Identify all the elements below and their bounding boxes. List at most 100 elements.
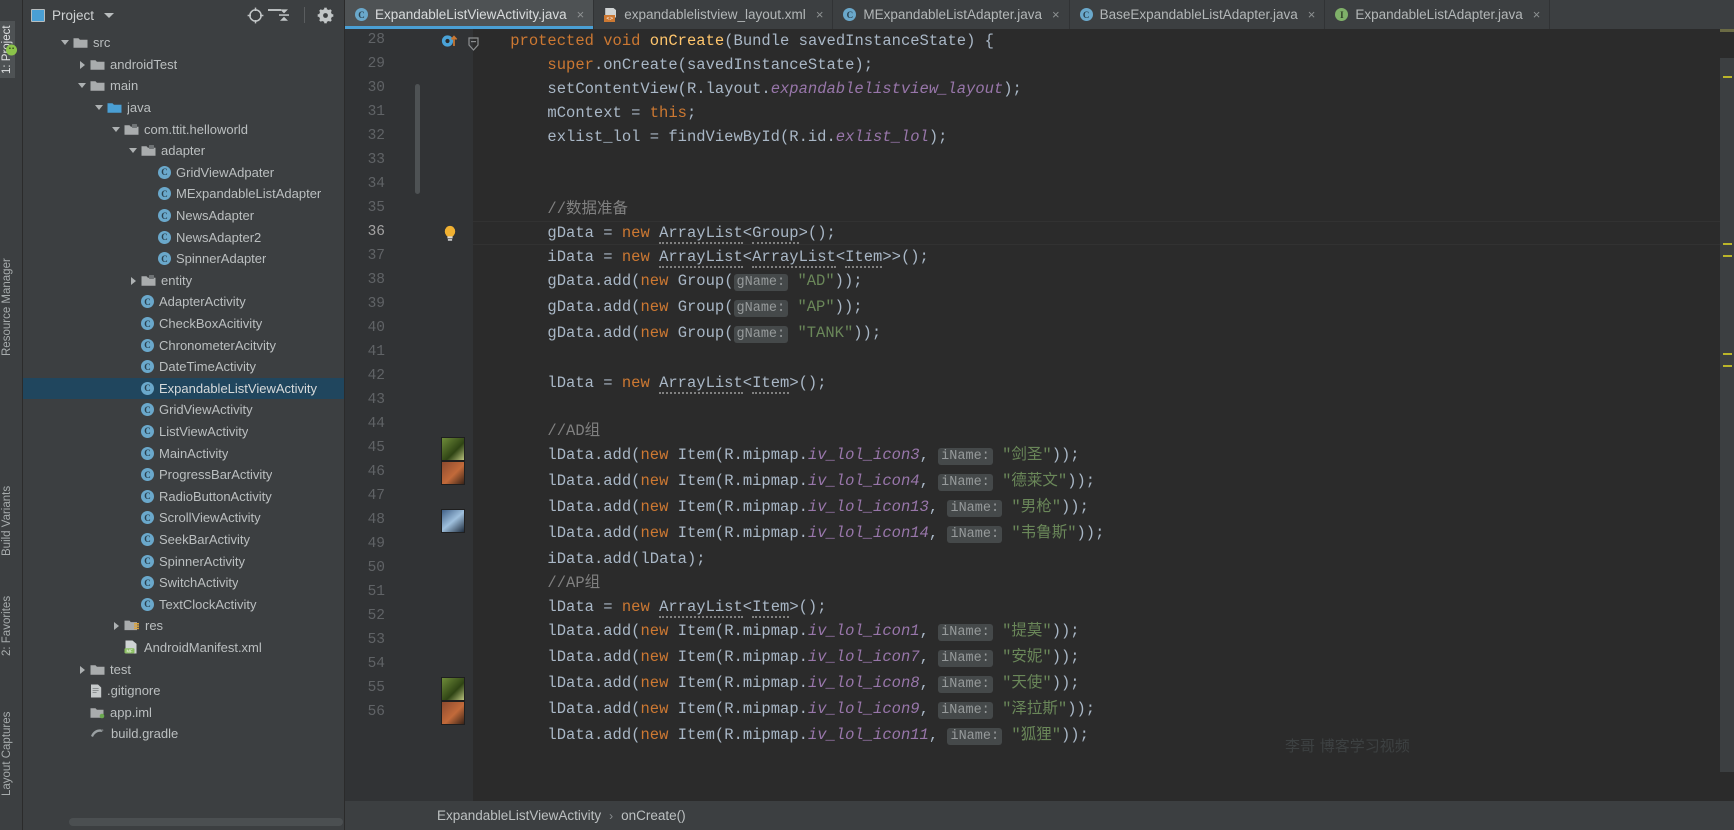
java-class-icon: C: [158, 165, 171, 179]
breadcrumb-method[interactable]: onCreate(): [621, 808, 686, 823]
tree-item-datetimeactivity[interactable]: C DateTimeActivity: [23, 356, 344, 378]
chevron-right-icon[interactable]: [77, 59, 88, 70]
tree-item-src[interactable]: src: [23, 32, 344, 54]
image-resource-thumbnail-icon[interactable]: [441, 437, 465, 461]
tree-item-adapteractivity[interactable]: C AdapterActivity: [23, 291, 344, 313]
editor-tab-baseexpandablelistadapter-java[interactable]: C BaseExpandableListAdapter.java ×: [1069, 0, 1326, 29]
package-icon: [124, 123, 139, 136]
chevron-down-icon[interactable]: [111, 124, 122, 135]
tree-item-mexpandablelistadapter[interactable]: C MExpandableListAdapter: [23, 183, 344, 205]
toolwindow-tab-resource-manager[interactable]: Resource Manager: [0, 254, 15, 360]
tree-item-progressbaractivity[interactable]: C ProgressBarActivity: [23, 464, 344, 486]
toolwindow-tab-favorites[interactable]: 2: Favorites: [0, 592, 15, 660]
chevron-down-icon[interactable]: [77, 80, 88, 91]
tree-item-test[interactable]: test: [23, 658, 344, 680]
editor-tab-expandablelistviewactivity-java[interactable]: C ExpandableListViewActivity.java ×: [345, 0, 595, 29]
close-tab-icon[interactable]: ×: [816, 8, 824, 21]
tree-item-androidtest[interactable]: androidTest: [23, 54, 344, 76]
tree-item-entity[interactable]: entity: [23, 270, 344, 292]
tree-item-gridviewadpater[interactable]: C GridViewAdpater: [23, 162, 344, 184]
close-tab-icon[interactable]: ×: [1533, 8, 1541, 21]
tree-item-com-ttit-helloworld[interactable]: com.ttit.helloworld: [23, 118, 344, 140]
project-tree[interactable]: src androidTest main java com.ttit.helloworl…: [23, 30, 344, 812]
image-resource-thumbnail-icon[interactable]: [441, 677, 465, 701]
tree-item-spinneradapter[interactable]: C SpinnerAdapter: [23, 248, 344, 270]
tree-item-scrollviewactivity[interactable]: C ScrollViewActivity: [23, 507, 344, 529]
tree-item-adapter[interactable]: adapter: [23, 140, 344, 162]
tree-item-newsadapter[interactable]: C NewsAdapter: [23, 205, 344, 227]
tree-item-androidmanifest-xml[interactable]: MF AndroidManifest.xml: [23, 637, 344, 659]
java-class-icon: C: [141, 468, 154, 482]
breadcrumb-class[interactable]: ExpandableListViewActivity: [437, 808, 601, 823]
tree-item-label: GridViewActivity: [159, 402, 253, 418]
close-tab-icon[interactable]: ×: [1308, 8, 1316, 21]
line-number: 37: [367, 248, 385, 264]
source-code[interactable]: protected void onCreate(Bundle savedInst…: [473, 29, 1104, 749]
tree-item-gitignore[interactable]: .gitignore: [23, 680, 344, 702]
project-tree-horizontal-scrollbar[interactable]: [69, 818, 343, 826]
stripe-marker[interactable]: [1723, 353, 1732, 355]
gear-icon[interactable]: [317, 7, 334, 24]
tree-item-java[interactable]: java: [23, 97, 344, 119]
line-number: 50: [367, 560, 385, 576]
java-class-icon: C: [141, 381, 154, 395]
java-class-icon: C: [141, 446, 154, 460]
tree-item-checkboxacitivity[interactable]: C CheckBoxAcitivity: [23, 313, 344, 335]
image-resource-thumbnail-icon[interactable]: [441, 509, 465, 533]
tree-item-newsadapter2[interactable]: C NewsAdapter2: [23, 226, 344, 248]
close-tab-icon[interactable]: ×: [577, 8, 585, 21]
editor-tab-expandablelistadapter-java[interactable]: I ExpandableListAdapter.java ×: [1325, 0, 1551, 29]
code-editor[interactable]: 28 29 30 31 32 33 34 35 36 37 38 39 40 41 42 43 44 45 46 47…: [345, 29, 1734, 801]
tree-item-build-gradle[interactable]: build.gradle: [23, 723, 344, 745]
tree-item-res[interactable]: res: [23, 615, 344, 637]
tree-item-expandablelistviewactivity[interactable]: C ExpandableListViewActivity: [23, 377, 344, 400]
tree-item-app-iml[interactable]: app.iml: [23, 701, 344, 723]
stripe-marker[interactable]: [1723, 243, 1732, 245]
override-method-icon[interactable]: [441, 33, 463, 49]
image-resource-thumbnail-icon[interactable]: [441, 461, 465, 485]
tree-item-gridviewactivity[interactable]: C GridViewActivity: [23, 399, 344, 421]
tree-item-radiobuttonactivity[interactable]: C RadioButtonActivity: [23, 485, 344, 507]
tree-item-chronometeracitvity[interactable]: C ChronometerAcitvity: [23, 334, 344, 356]
android-manifest-icon: MF: [124, 640, 139, 654]
image-resource-thumbnail-icon[interactable]: [441, 701, 465, 725]
hide-toolwindow-icon[interactable]: [268, 9, 281, 11]
tree-item-main[interactable]: main: [23, 75, 344, 97]
tree-item-label: ScrollViewActivity: [159, 510, 261, 526]
tree-item-textclockactivity[interactable]: C TextClockActivity: [23, 593, 344, 615]
stripe-marker[interactable]: [1723, 76, 1732, 78]
toolwindow-tab-build-variants[interactable]: Build Variants: [0, 482, 15, 560]
tree-item-switchactivity[interactable]: C SwitchActivity: [23, 572, 344, 594]
chevron-down-icon[interactable]: [128, 145, 139, 156]
tree-item-mainactivity[interactable]: C MainActivity: [23, 442, 344, 464]
chevron-down-icon[interactable]: [104, 12, 115, 18]
tree-item-seekbaractivity[interactable]: C SeekBarActivity: [23, 529, 344, 551]
close-tab-icon[interactable]: ×: [1052, 8, 1060, 21]
breadcrumb[interactable]: ExpandableListViewActivity › onCreate(): [345, 801, 1734, 830]
editor-tab-bar[interactable]: C ExpandableListViewActivity.java × <> expan…: [345, 0, 1734, 29]
chevron-right-icon[interactable]: [77, 664, 88, 675]
chevron-down-icon[interactable]: [94, 102, 105, 113]
editor-tab-mexpandablelistadapter-java[interactable]: C MExpandableListAdapter.java ×: [833, 0, 1070, 29]
chevron-down-icon[interactable]: [60, 37, 71, 48]
locate-target-icon[interactable]: [247, 7, 264, 24]
java-class-icon: C: [141, 511, 154, 525]
intention-bulb-icon[interactable]: [441, 224, 459, 244]
chevron-right-icon[interactable]: [111, 620, 122, 631]
tree-item-listviewactivity[interactable]: C ListViewActivity: [23, 421, 344, 443]
line-number: 53: [367, 632, 385, 648]
toolwindow-tab-layout-captures[interactable]: Layout Captures: [0, 708, 15, 800]
project-panel-title-group[interactable]: Project: [31, 8, 115, 23]
tree-item-spinneractivity[interactable]: C SpinnerActivity: [23, 550, 344, 572]
project-tool-window: Project src androidTest main java com.tt…: [23, 0, 345, 830]
error-stripe-marker-bar[interactable]: [1720, 58, 1734, 772]
editor-tab-expandablelistview_layout-xml[interactable]: <> expandablelistview_layout.xml ×: [594, 0, 834, 29]
chevron-right-icon[interactable]: [128, 275, 139, 286]
java-class-icon: C: [141, 576, 154, 590]
stripe-marker[interactable]: [1723, 365, 1732, 367]
line-number: 39: [367, 296, 385, 312]
stripe-marker[interactable]: [1723, 255, 1732, 257]
